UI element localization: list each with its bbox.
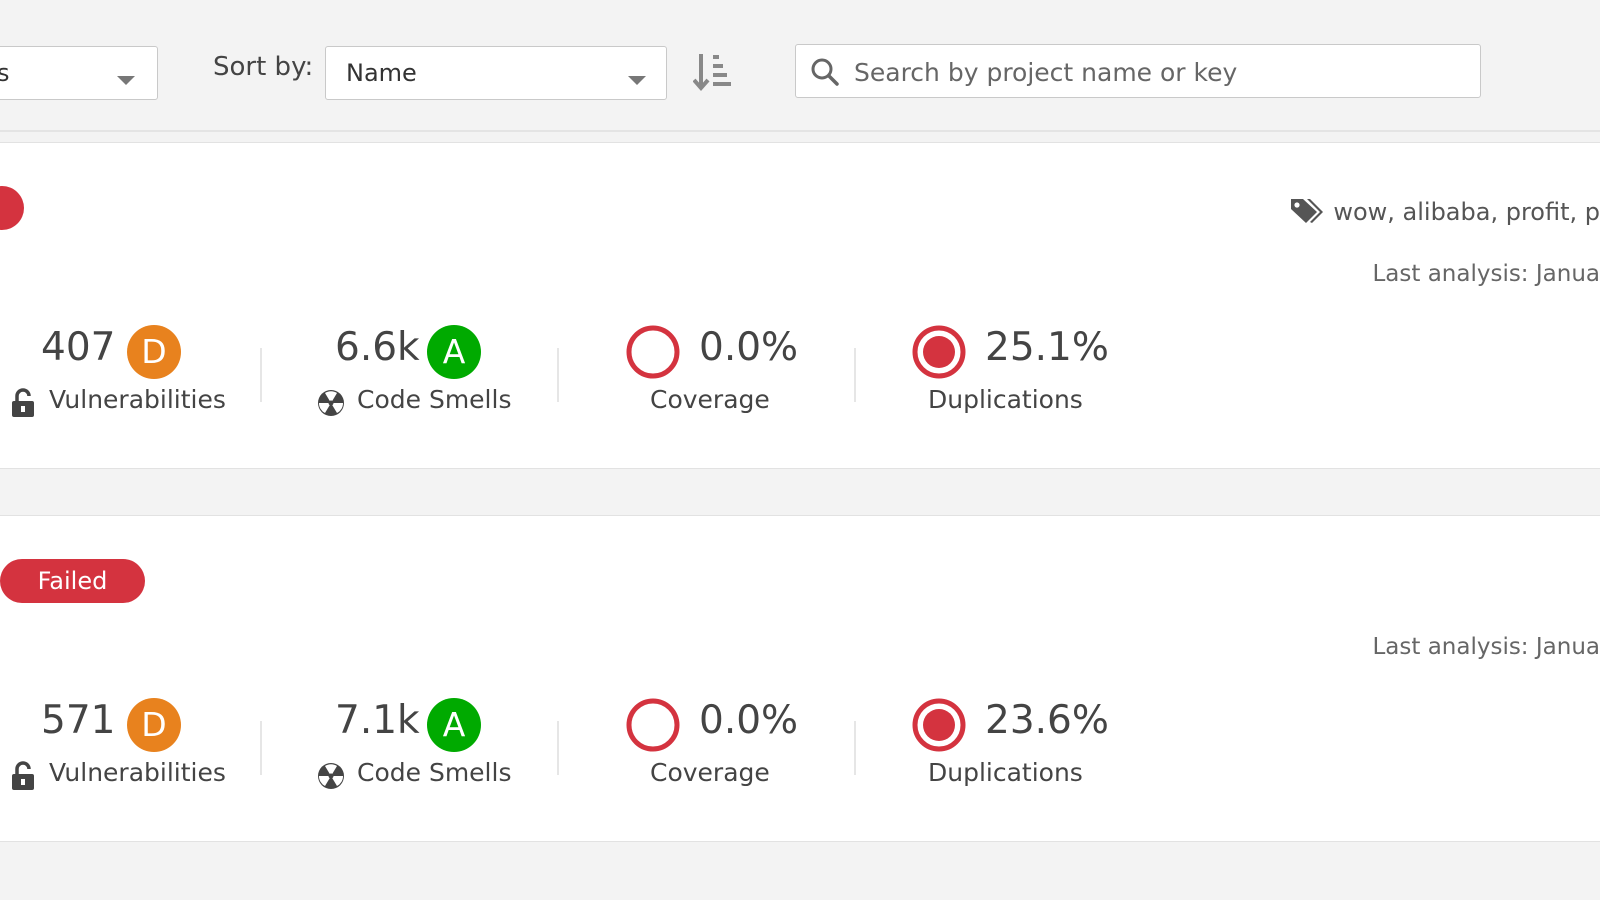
sort-select[interactable]: Name <box>325 46 667 100</box>
vulnerabilities-rating[interactable]: D <box>127 698 181 752</box>
metric-divider <box>260 721 262 775</box>
lock-open-icon <box>11 388 35 422</box>
quality-gate-badge: Failed <box>0 559 145 603</box>
metric-divider <box>557 348 559 402</box>
metric-divider <box>557 721 559 775</box>
duplications-label: Duplications <box>928 758 1083 787</box>
chevron-down-icon <box>628 76 646 85</box>
duplications-value[interactable]: 23.6% <box>985 698 1109 743</box>
sort-direction-icon[interactable] <box>692 50 733 98</box>
vulnerabilities-value[interactable]: 407 <box>41 325 115 370</box>
code-smells-label: Code Smells <box>357 758 512 787</box>
coverage-donut-icon <box>624 696 682 758</box>
search-icon <box>810 57 840 91</box>
code-smells-value[interactable]: 6.6k <box>335 325 420 370</box>
coverage-value[interactable]: 0.0% <box>699 325 798 370</box>
project-card: Failed Last analysis: Janua 571 D Vulner… <box>0 515 1600 842</box>
code-smells-rating[interactable]: A <box>427 325 481 379</box>
last-analysis: Last analysis: Janua <box>1372 634 1600 660</box>
coverage-value[interactable]: 0.0% <box>699 698 798 743</box>
metric-divider <box>260 348 262 402</box>
toolbar: s Sort by: Name <box>0 0 1600 132</box>
tag-list: wow, alibaba, profit, p <box>1333 198 1600 226</box>
duplications-bubble-icon <box>910 323 968 385</box>
sort-select-value: Name <box>346 59 417 87</box>
project-card: wow, alibaba, profit, p Last analysis: J… <box>0 142 1600 469</box>
sort-label: Sort by: <box>213 52 314 82</box>
filter-select[interactable]: s <box>0 46 158 100</box>
code-smells-rating[interactable]: A <box>427 698 481 752</box>
toolbar-divider <box>0 130 1600 132</box>
coverage-label: Coverage <box>650 385 770 414</box>
search-input[interactable] <box>852 53 1456 91</box>
project-tags: wow, alibaba, profit, p <box>1289 196 1600 230</box>
vulnerabilities-label: Vulnerabilities <box>49 758 226 787</box>
duplications-label: Duplications <box>928 385 1083 414</box>
vulnerabilities-value[interactable]: 571 <box>41 698 115 743</box>
duplications-value[interactable]: 25.1% <box>985 325 1109 370</box>
duplications-bubble-icon <box>910 696 968 758</box>
vulnerabilities-label: Vulnerabilities <box>49 385 226 414</box>
metric-divider <box>854 721 856 775</box>
filter-select-value: s <box>0 59 10 87</box>
radiation-icon <box>316 388 346 422</box>
coverage-label: Coverage <box>650 758 770 787</box>
code-smells-value[interactable]: 7.1k <box>335 698 420 743</box>
quality-gate-badge <box>0 186 24 230</box>
last-analysis: Last analysis: Janua <box>1372 261 1600 287</box>
lock-open-icon <box>11 761 35 795</box>
vulnerabilities-rating[interactable]: D <box>127 325 181 379</box>
search-box <box>795 44 1481 98</box>
chevron-down-icon <box>117 76 135 85</box>
metric-divider <box>854 348 856 402</box>
radiation-icon <box>316 761 346 795</box>
code-smells-label: Code Smells <box>357 385 512 414</box>
tag-icon <box>1289 196 1324 230</box>
coverage-donut-icon <box>624 323 682 385</box>
